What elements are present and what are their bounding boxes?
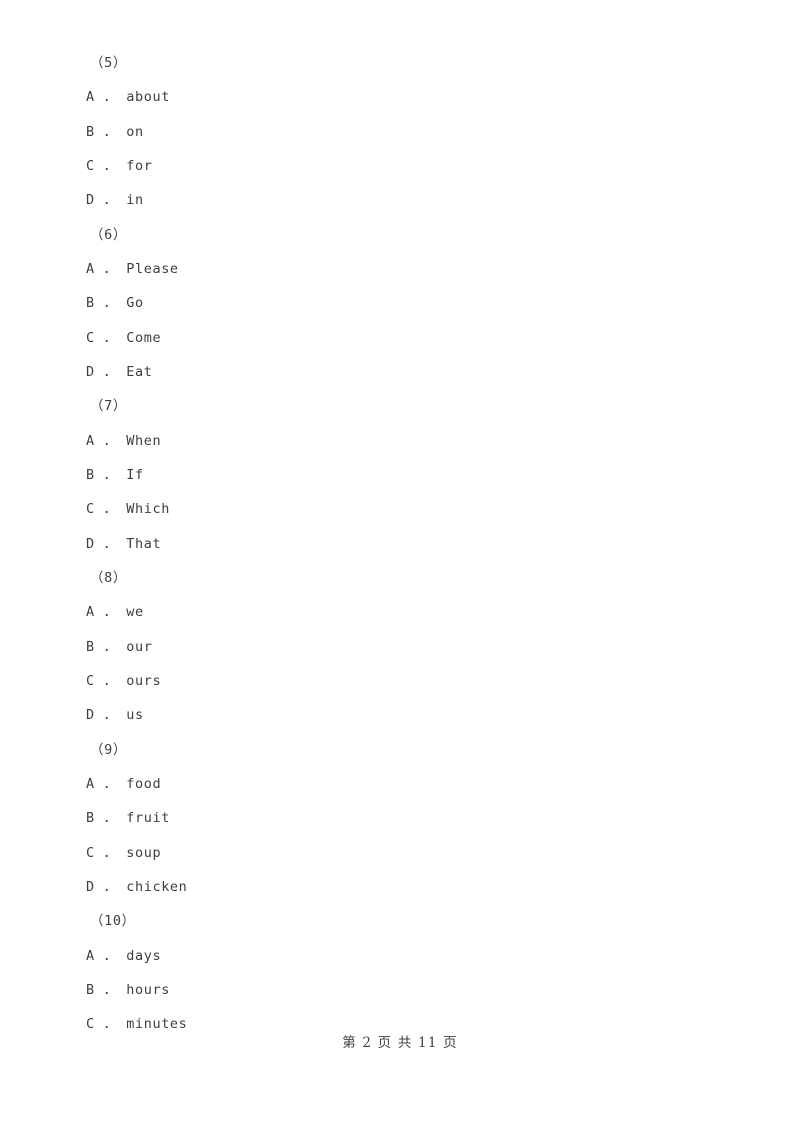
question-number: （9） (90, 741, 127, 758)
answer-option: D ． chicken (86, 878, 188, 895)
answer-option: B ． If (86, 466, 144, 483)
answer-option: B ． hours (86, 981, 170, 998)
answer-option: B ． fruit (86, 810, 170, 827)
question-list: （5） A ． about B ． on C ． for D ． in （6） A ． Pl… (84, 46, 724, 1042)
answer-option: A ． food (86, 775, 162, 792)
answer-option: B ． our (86, 638, 153, 655)
answer-option: A ． days (86, 947, 162, 964)
question-number: （7） (90, 398, 127, 415)
question-number: （8） (90, 569, 127, 586)
answer-option: B ． on (86, 123, 144, 140)
answer-option: C ． Come (86, 329, 162, 346)
answer-option: D ． us (86, 707, 144, 724)
answer-option: D ． Eat (86, 363, 153, 380)
answer-option: A ． we (86, 604, 144, 621)
answer-option: C ． soup (86, 844, 162, 861)
answer-option: C ． Which (86, 501, 170, 518)
answer-option: C ． ours (86, 672, 162, 689)
answer-option: C ． for (86, 157, 153, 174)
answer-option: A ． Please (86, 260, 179, 277)
document-page: （5） A ． about B ． on C ． for D ． in （6） A ． Pl… (0, 0, 800, 1132)
question-number: （5） (90, 55, 127, 71)
page-footer: 第 2 页 共 11 页 (342, 1035, 458, 1051)
answer-option: A ． When (86, 432, 162, 449)
question-number: （6） (90, 226, 127, 243)
answer-option: D ． That (86, 535, 162, 552)
question-number: （10） (90, 913, 136, 930)
answer-option: B ． Go (86, 295, 144, 312)
answer-option: A ． about (86, 89, 170, 106)
answer-option: D ． in (86, 192, 144, 209)
